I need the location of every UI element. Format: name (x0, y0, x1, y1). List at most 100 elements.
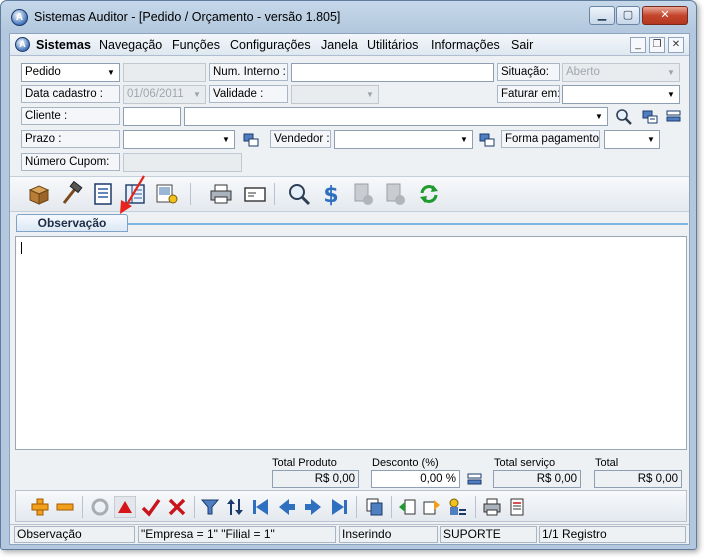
desconto-label: Desconto (%) (372, 457, 439, 469)
toolbar-separator (190, 183, 191, 205)
copy-icon[interactable] (363, 496, 385, 518)
tipo-value: Pedido (25, 66, 61, 78)
menu-informacoes[interactable]: Informações (431, 38, 500, 52)
cliente-select[interactable]: ▼ (184, 107, 608, 126)
search-cliente-icon[interactable] (615, 108, 633, 126)
status-user: SUPORTE (440, 526, 537, 543)
print-icon[interactable] (481, 496, 503, 518)
annotation-arrow-icon (120, 175, 145, 214)
chevron-down-icon: ▼ (460, 135, 468, 144)
cliente-list-icon[interactable] (665, 108, 683, 126)
import-icon[interactable] (396, 496, 418, 518)
desconto-list-icon[interactable] (466, 471, 484, 489)
validade-input: ▼ (291, 85, 379, 104)
sort-icon[interactable] (224, 496, 246, 518)
total-servico-label: Total serviço (494, 457, 556, 469)
order-form: Pedido ▼ Num. Interno : Situação: Aberto… (10, 57, 689, 175)
menu-funcoes[interactable]: Funções (172, 38, 220, 52)
document-disabled-icon (386, 183, 405, 205)
window-title: Sistemas Auditor - [Pedido / Orçamento -… (34, 10, 341, 24)
vendedor-register-icon[interactable] (478, 131, 496, 149)
cancel-icon[interactable] (166, 496, 188, 518)
tipo-select[interactable]: Pedido ▼ (21, 63, 120, 82)
total-servico-field: R$ 0,00 (493, 470, 581, 488)
menu-sistemas[interactable]: Sistemas (36, 38, 91, 52)
export-icon[interactable] (421, 496, 443, 518)
chevron-down-icon: ▼ (595, 112, 603, 121)
total-produto-label: Total Produto (272, 457, 337, 469)
codigo-field (123, 63, 206, 82)
tab-underline (128, 223, 688, 225)
num-interno-input[interactable] (291, 63, 494, 82)
document-list-icon[interactable] (90, 181, 116, 207)
forma-pagamento-label: Forma pagamento: (501, 130, 600, 148)
chevron-down-icon: ▼ (107, 68, 115, 77)
data-cadastro-input: 01/06/2011 ▼ (123, 85, 206, 104)
mdi-restore-button[interactable]: ❐ (649, 37, 665, 53)
situacao-label: Situação: (497, 63, 560, 81)
document-disabled-icon (354, 183, 373, 205)
menu-logo-icon: A (15, 37, 30, 52)
product-box-icon[interactable] (26, 181, 52, 207)
desconto-input[interactable]: 0,00 % (371, 470, 460, 488)
menu-sair[interactable]: Sair (511, 38, 533, 52)
svg-text:$: $ (323, 183, 338, 207)
remove-icon[interactable] (54, 496, 76, 518)
faturar-em-select[interactable]: ▼ (562, 85, 680, 104)
menu-navegacao[interactable]: Navegação (99, 38, 162, 52)
vendedor-label: Vendedor : (270, 130, 331, 148)
nav-separator (82, 496, 83, 518)
numero-cupom-label: Número Cupom: (21, 153, 120, 171)
add-icon[interactable] (29, 496, 51, 518)
image-user-icon[interactable] (154, 181, 180, 207)
navigation-toolbar (15, 490, 687, 522)
minimize-button[interactable]: ▁ (589, 6, 615, 25)
menu-janela[interactable]: Janela (321, 38, 358, 52)
prazo-register-icon[interactable] (242, 131, 260, 149)
prev-icon[interactable] (276, 496, 298, 518)
filter-icon[interactable] (199, 496, 221, 518)
prazo-select[interactable]: ▼ (123, 130, 235, 149)
dollar-icon[interactable]: $ (318, 181, 344, 207)
card-icon[interactable] (242, 181, 268, 207)
prazo-label: Prazo : (21, 130, 120, 148)
hammer-icon[interactable] (58, 181, 84, 207)
total-label: Total (595, 457, 619, 469)
chevron-down-icon: ▼ (366, 90, 374, 99)
vendedor-select[interactable]: ▼ (334, 130, 473, 149)
check-icon[interactable] (140, 496, 162, 518)
printer-icon[interactable] (208, 181, 234, 207)
forma-pagamento-select[interactable]: ▼ (604, 130, 660, 149)
cliente-label: Cliente : (21, 107, 120, 125)
tab-observacao[interactable]: Observação (16, 214, 128, 232)
situacao-value: Aberto (566, 66, 600, 78)
menu-configuracoes[interactable]: Configurações (230, 38, 311, 52)
user-icon[interactable] (446, 496, 468, 518)
next-icon[interactable] (302, 496, 324, 518)
menu-utilitarios[interactable]: Utilitários (367, 38, 418, 52)
status-context: Observação (14, 526, 135, 543)
close-button[interactable]: ✕ (642, 6, 688, 25)
maximize-button[interactable]: ▢ (616, 6, 640, 25)
chevron-down-icon: ▼ (193, 90, 201, 99)
first-icon[interactable] (250, 496, 272, 518)
toolbar-separator (274, 183, 275, 205)
refresh-icon[interactable] (416, 181, 442, 207)
status-empresa-filial: "Empresa = 1" "Filial = 1" (138, 526, 336, 543)
chevron-down-icon: ▼ (222, 135, 230, 144)
mdi-minimize-button[interactable]: _ (630, 37, 646, 53)
validade-label: Validade : (209, 85, 288, 103)
cliente-register-icon[interactable] (641, 108, 659, 126)
app-logo-icon: A (11, 9, 28, 26)
num-interno-label: Num. Interno : (209, 63, 288, 81)
report-icon[interactable] (506, 496, 528, 518)
up-triangle-icon[interactable] (114, 496, 136, 518)
search-icon[interactable] (286, 181, 312, 207)
observacao-textarea[interactable] (15, 236, 687, 450)
nav-separator (356, 496, 357, 518)
cliente-code-input[interactable] (123, 107, 181, 126)
mdi-close-button[interactable]: ✕ (668, 37, 684, 53)
last-icon[interactable] (328, 496, 350, 518)
data-cadastro-value: 01/06/2011 (127, 88, 184, 100)
title-bar[interactable]: A Sistemas Auditor - [Pedido / Orçamento… (1, 1, 696, 33)
